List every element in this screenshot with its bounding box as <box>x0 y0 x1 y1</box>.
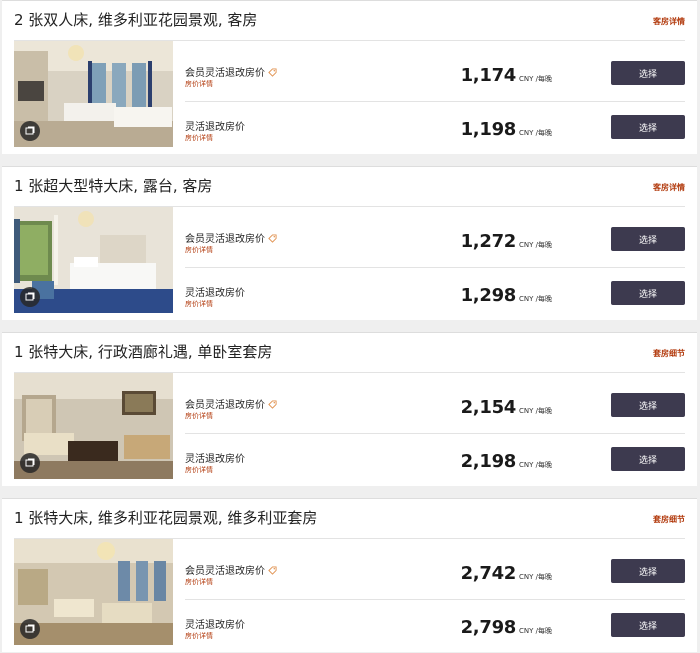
rate-details-link[interactable]: 房价详情 <box>185 411 213 421</box>
rate-name: 会员灵活退改房价 <box>185 64 277 79</box>
gallery-icon[interactable] <box>20 287 40 307</box>
select-button[interactable]: 选择 <box>611 447 685 471</box>
price: 1,198 CNY /每晚 <box>461 119 552 140</box>
price-unit: CNY /每晚 <box>519 627 552 635</box>
price-amount: 1,198 <box>460 119 517 140</box>
room-card: 1 张超大型特大床, 露台, 客房 客房详情 会员灵活退改房价 房价详情 1,2… <box>2 166 697 320</box>
rate-row: 灵活退改房价 房价详情 2,798 CNY /每晚 选择 <box>185 599 685 653</box>
price-amount: 2,154 <box>460 397 517 418</box>
select-button[interactable]: 选择 <box>611 61 685 85</box>
select-button[interactable]: 选择 <box>611 393 685 417</box>
tag-icon <box>268 234 277 243</box>
select-button[interactable]: 选择 <box>611 559 685 583</box>
rate-name: 灵活退改房价 <box>185 620 245 631</box>
price: 1,174 CNY /每晚 <box>461 65 552 86</box>
rate-row: 灵活退改房价 房价详情 1,298 CNY /每晚 选择 <box>185 267 685 321</box>
price: 1,298 CNY /每晚 <box>461 285 552 306</box>
price: 2,154 CNY /每晚 <box>461 397 552 418</box>
rate-details-link[interactable]: 房价详情 <box>185 465 213 475</box>
rate-row: 灵活退改房价 房价详情 2,198 CNY /每晚 选择 <box>185 433 685 487</box>
room-title: 2 张双人床, 维多利亚花园景观, 客房 <box>14 11 258 29</box>
room-details-link[interactable]: 客房详情 <box>653 16 685 27</box>
select-button[interactable]: 选择 <box>611 613 685 637</box>
rate-row: 会员灵活退改房价 房价详情 1,272 CNY /每晚 选择 <box>185 214 685 267</box>
rate-details-link[interactable]: 房价详情 <box>185 299 213 309</box>
price-amount: 1,298 <box>460 285 517 306</box>
rate-details-link[interactable]: 房价详情 <box>185 631 213 641</box>
price: 1,272 CNY /每晚 <box>461 231 552 252</box>
room-card: 1 张特大床, 行政酒廊礼遇, 单卧室套房 套房细节 会员灵活退改房价 房价详情… <box>2 332 697 486</box>
room-card: 2 张双人床, 维多利亚花园景观, 客房 客房详情 会员灵活退改房价 房价详情 … <box>2 0 697 154</box>
tag-icon <box>268 68 277 77</box>
tag-icon <box>268 400 277 409</box>
rate-name: 灵活退改房价 <box>185 122 245 133</box>
gallery-icon[interactable] <box>20 619 40 639</box>
price: 2,798 CNY /每晚 <box>461 617 552 638</box>
room-title: 1 张特大床, 行政酒廊礼遇, 单卧室套房 <box>14 343 273 361</box>
price-amount: 2,198 <box>460 451 517 472</box>
rate-name: 会员灵活退改房价 <box>185 562 277 577</box>
rate-details-link[interactable]: 房价详情 <box>185 133 213 143</box>
room-title: 1 张超大型特大床, 露台, 客房 <box>14 177 213 195</box>
price: 2,742 CNY /每晚 <box>461 563 552 584</box>
rate-name: 会员灵活退改房价 <box>185 396 277 411</box>
rate-details-link[interactable]: 房价详情 <box>185 79 213 89</box>
tag-icon <box>268 566 277 575</box>
rate-details-link[interactable]: 房价详情 <box>185 577 213 587</box>
room-title: 1 张特大床, 维多利亚花园景观, 维多利亚套房 <box>14 509 318 527</box>
room-photo[interactable] <box>14 41 173 147</box>
gallery-icon[interactable] <box>20 121 40 141</box>
room-details-link[interactable]: 套房细节 <box>653 348 685 359</box>
price-unit: CNY /每晚 <box>519 407 552 415</box>
rate-row: 会员灵活退改房价 房价详情 2,742 CNY /每晚 选择 <box>185 546 685 599</box>
room-photo[interactable] <box>14 539 173 645</box>
price-unit: CNY /每晚 <box>519 461 552 469</box>
price-unit: CNY /每晚 <box>519 573 552 581</box>
rate-details-link[interactable]: 房价详情 <box>185 245 213 255</box>
room-photo[interactable] <box>14 207 173 313</box>
gallery-icon[interactable] <box>20 453 40 473</box>
price-unit: CNY /每晚 <box>519 75 552 83</box>
rate-name: 灵活退改房价 <box>185 454 245 465</box>
rate-row: 灵活退改房价 房价详情 1,198 CNY /每晚 选择 <box>185 101 685 155</box>
rate-name: 会员灵活退改房价 <box>185 230 277 245</box>
price-unit: CNY /每晚 <box>519 295 552 303</box>
price-unit: CNY /每晚 <box>519 129 552 137</box>
rate-row: 会员灵活退改房价 房价详情 2,154 CNY /每晚 选择 <box>185 380 685 433</box>
price: 2,198 CNY /每晚 <box>461 451 552 472</box>
price-amount: 2,798 <box>460 617 517 638</box>
rate-row: 会员灵活退改房价 房价详情 1,174 CNY /每晚 选择 <box>185 48 685 101</box>
price-amount: 1,174 <box>460 65 517 86</box>
price-amount: 1,272 <box>460 231 517 252</box>
room-card: 1 张特大床, 维多利亚花园景观, 维多利亚套房 套房细节 会员灵活退改房价 房… <box>2 498 697 652</box>
select-button[interactable]: 选择 <box>611 115 685 139</box>
rate-name: 灵活退改房价 <box>185 288 245 299</box>
room-photo[interactable] <box>14 373 173 479</box>
room-details-link[interactable]: 客房详情 <box>653 182 685 193</box>
select-button[interactable]: 选择 <box>611 227 685 251</box>
select-button[interactable]: 选择 <box>611 281 685 305</box>
price-amount: 2,742 <box>460 563 517 584</box>
room-details-link[interactable]: 套房细节 <box>653 514 685 525</box>
price-unit: CNY /每晚 <box>519 241 552 249</box>
